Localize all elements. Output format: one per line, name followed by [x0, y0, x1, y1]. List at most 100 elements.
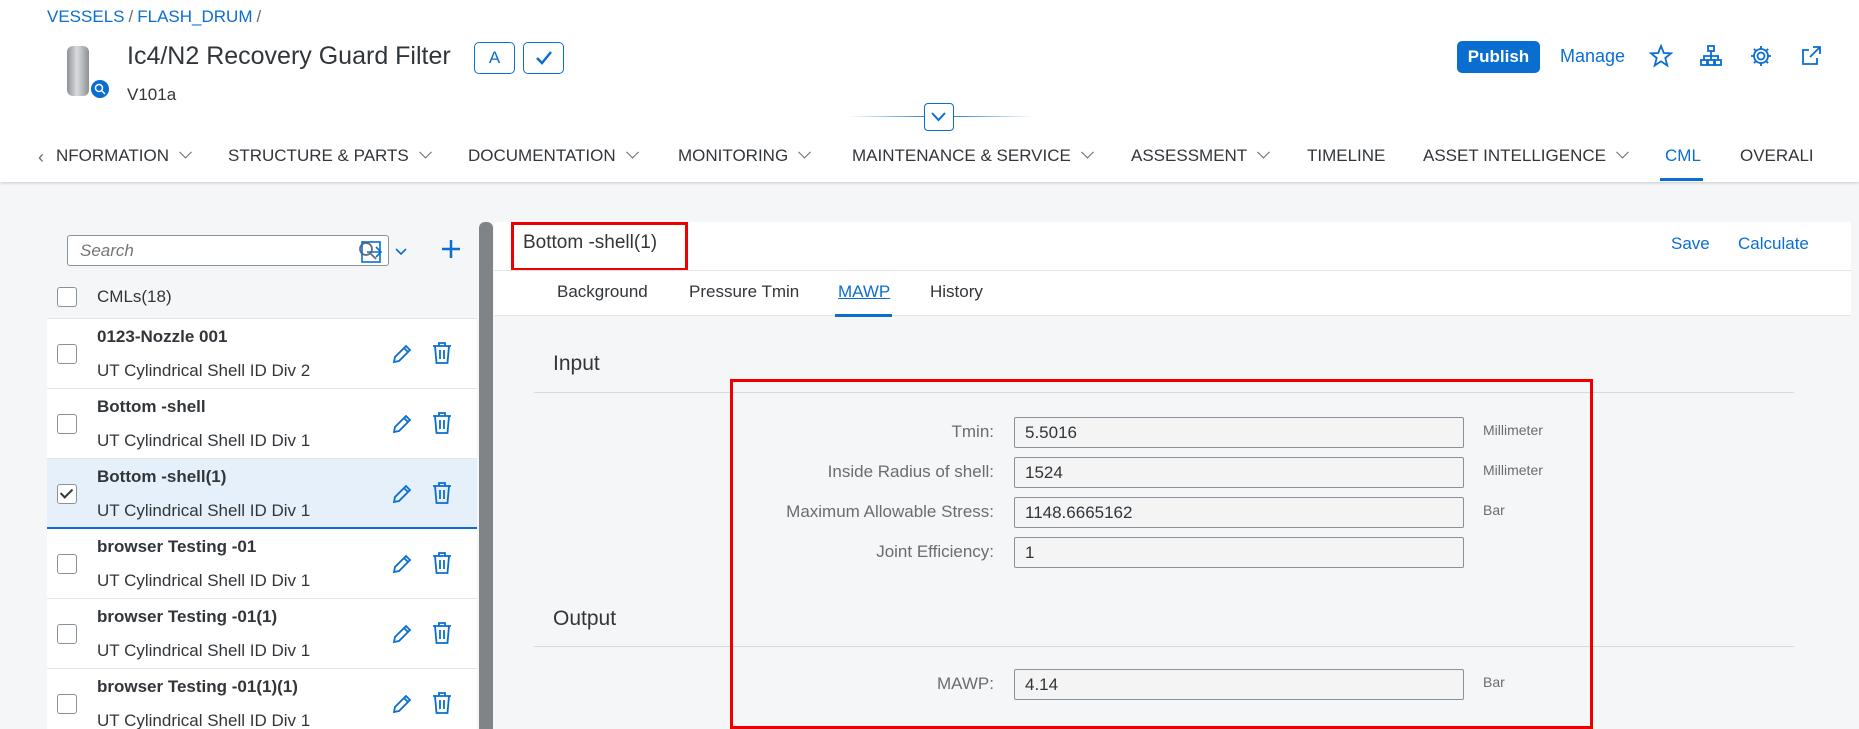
breadcrumb-vessels[interactable]: VESSELS: [47, 7, 125, 26]
tab-label: STRUCTURE & PARTS: [228, 146, 409, 165]
hierarchy-icon[interactable]: [1699, 44, 1725, 70]
asset-thumbnail[interactable]: [47, 42, 111, 100]
list-item[interactable]: Bottom -shell UT Cylindrical Shell ID Di…: [47, 389, 477, 459]
manage-button[interactable]: Manage: [1560, 46, 1625, 67]
delete-icon[interactable]: [431, 621, 453, 645]
select-all-checkbox[interactable]: [57, 287, 77, 307]
list-header: CMLs(18): [47, 276, 477, 319]
list-item-subtitle: UT Cylindrical Shell ID Div 1: [97, 641, 311, 660]
delete-icon[interactable]: [431, 551, 453, 575]
tab-documentation[interactable]: DOCUMENTATION: [468, 145, 639, 166]
search-input[interactable]: [68, 236, 338, 265]
zoom-icon[interactable]: [89, 78, 111, 100]
tab-timeline[interactable]: TIMELINE: [1307, 146, 1385, 166]
tab-bar: NFORMATION STRUCTURE & PARTS DOCUMENTATI…: [0, 140, 1859, 182]
row-checkbox[interactable]: [57, 694, 77, 714]
subtab-history[interactable]: History: [930, 282, 983, 302]
tab-assessment[interactable]: ASSESSMENT: [1131, 145, 1271, 166]
delete-icon[interactable]: [431, 341, 453, 365]
tab-maintenance-service[interactable]: MAINTENANCE & SERVICE: [852, 145, 1094, 166]
export-icon: [361, 241, 407, 263]
delete-icon[interactable]: [431, 411, 453, 435]
publish-button[interactable]: Publish: [1457, 41, 1540, 73]
tab-asset-intelligence[interactable]: ASSET INTELLIGENCE: [1423, 145, 1629, 166]
subtab-mawp[interactable]: MAWP: [838, 282, 890, 302]
export-button[interactable]: [360, 238, 420, 266]
edit-icon[interactable]: [391, 483, 413, 505]
detail-header: Bottom -shell(1) Save Calculate Backgrou…: [494, 222, 1851, 317]
list-item-selected[interactable]: Bottom -shell(1) UT Cylindrical Shell ID…: [47, 459, 477, 529]
chevron-down-icon: [798, 145, 812, 159]
list-item[interactable]: browser Testing -01(1) UT Cylindrical Sh…: [47, 599, 477, 669]
input-section-title: Input: [553, 352, 600, 375]
active-subtab-indicator: [835, 314, 892, 317]
page-subtitle: V101a: [127, 85, 177, 104]
list-item[interactable]: browser Testing -01 UT Cylindrical Shell…: [47, 529, 477, 599]
tab-label: TIMELINE: [1307, 146, 1386, 165]
highlight-annotation: [730, 379, 1593, 729]
tab-overall[interactable]: OVERALL: [1740, 146, 1812, 166]
header-collapse-button[interactable]: [924, 103, 954, 131]
panel-splitter-scrollbar[interactable]: [479, 222, 493, 729]
list-item-subtitle: UT Cylindrical Shell ID Div 1: [97, 571, 311, 590]
list-item-subtitle: UT Cylindrical Shell ID Div 1: [97, 431, 311, 450]
gear-icon[interactable]: [1749, 44, 1775, 70]
calculate-button[interactable]: Calculate: [1738, 234, 1809, 254]
row-checkbox[interactable]: [57, 344, 77, 364]
add-cml-button[interactable]: [436, 234, 466, 264]
row-checkbox[interactable]: [57, 554, 77, 574]
subtab-background[interactable]: Background: [557, 282, 648, 302]
list-item-title: Bottom -shell: [97, 397, 206, 416]
delete-icon[interactable]: [431, 481, 453, 505]
list-item-subtitle: UT Cylindrical Shell ID Div 1: [97, 711, 311, 729]
tab-label: MONITORING: [678, 146, 789, 165]
list-item[interactable]: browser Testing -01(1)(1) UT Cylindrical…: [47, 669, 477, 729]
page-title: Ic4/N2 Recovery Guard Filter: [127, 42, 451, 70]
list-item-title: browser Testing -01(1)(1): [97, 677, 298, 696]
vessel-image: [67, 46, 89, 96]
tab-cml[interactable]: CML: [1665, 146, 1701, 166]
breadcrumb-separator: /: [256, 7, 262, 26]
row-checkbox[interactable]: [57, 484, 77, 504]
cml-detail-panel: Bottom -shell(1) Save Calculate Backgrou…: [494, 222, 1859, 729]
list-count-label: CMLs(18): [97, 287, 172, 306]
tab-label: DOCUMENTATION: [468, 146, 616, 165]
chevron-down-icon: [179, 145, 192, 159]
tab-label: OVERALL: [1740, 146, 1812, 165]
tab-label: MAINTENANCE & SERVICE: [852, 146, 1071, 165]
row-checkbox[interactable]: [57, 414, 77, 434]
search-field[interactable]: [67, 235, 389, 266]
chevron-down-icon: [1080, 145, 1094, 159]
checkmark-icon: [535, 51, 552, 65]
subtab-pressure-tmin[interactable]: Pressure Tmin: [689, 282, 799, 302]
edit-icon[interactable]: [391, 553, 413, 575]
chevron-down-icon: [1257, 145, 1271, 159]
delete-icon[interactable]: [431, 691, 453, 715]
share-icon[interactable]: [1799, 44, 1825, 70]
status-check-button[interactable]: [523, 42, 564, 74]
breadcrumb-flash-drum[interactable]: FLASH_DRUM: [137, 7, 252, 26]
list-item-title: browser Testing -01: [97, 537, 257, 556]
tab-label: ASSET INTELLIGENCE: [1423, 146, 1606, 165]
tab-structure-parts[interactable]: STRUCTURE & PARTS: [228, 145, 432, 166]
edit-icon[interactable]: [391, 343, 413, 365]
chevron-down-icon: [931, 112, 946, 122]
plus-icon: [442, 240, 460, 258]
star-icon[interactable]: [1648, 43, 1675, 70]
divider: [494, 270, 1851, 271]
edit-icon[interactable]: [391, 413, 413, 435]
tab-label: CML: [1665, 146, 1701, 165]
row-checkbox[interactable]: [57, 624, 77, 644]
save-button[interactable]: Save: [1671, 234, 1710, 254]
cml-list: CMLs(18) 0123-Nozzle 001 UT Cylindrical …: [47, 276, 477, 729]
tab-information[interactable]: NFORMATION: [56, 145, 192, 166]
checkmark-icon: [59, 485, 74, 499]
list-item[interactable]: 0123-Nozzle 001 UT Cylindrical Shell ID …: [47, 319, 477, 389]
edit-icon[interactable]: [391, 693, 413, 715]
edit-icon[interactable]: [391, 623, 413, 645]
tab-monitoring[interactable]: MONITORING: [678, 145, 812, 166]
chevron-down-icon: [418, 145, 432, 159]
status-a-button[interactable]: A: [474, 42, 515, 74]
tab-label: NFORMATION: [56, 146, 170, 165]
active-tab-indicator: [1660, 178, 1703, 181]
